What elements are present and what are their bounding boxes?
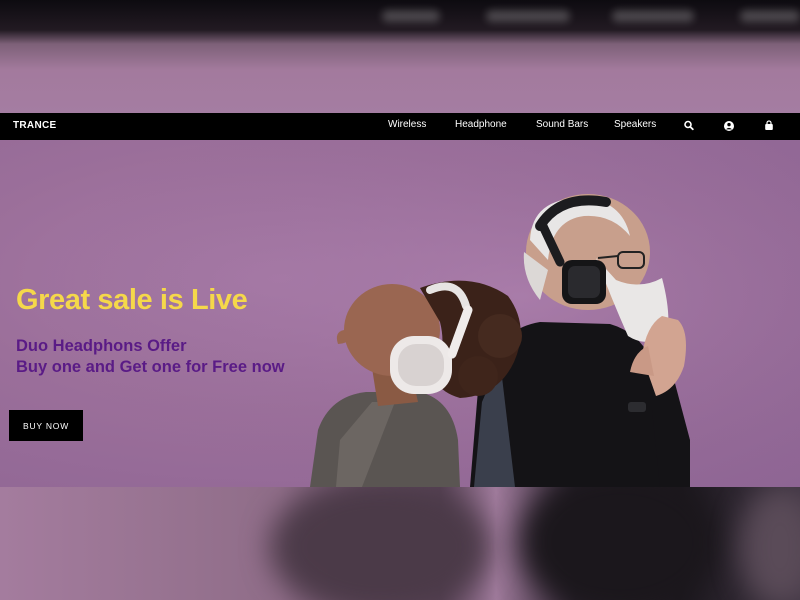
blurred-shape bbox=[740, 487, 800, 600]
hero-banner: Great sale is Live Duo Headphons Offer B… bbox=[0, 140, 800, 487]
hero-headline: Great sale is Live bbox=[16, 284, 248, 316]
blurred-nav-item bbox=[382, 10, 440, 22]
top-navbar: TRANCE Wireless Headphone Sound Bars Spe… bbox=[0, 113, 800, 140]
blurred-shape bbox=[270, 487, 490, 600]
brand-logo[interactable]: TRANCE bbox=[13, 120, 56, 131]
nav-link-sound-bars[interactable]: Sound Bars bbox=[536, 119, 588, 130]
blurred-shape bbox=[520, 487, 720, 600]
search-icon[interactable] bbox=[682, 119, 696, 133]
hero-offer-description: Buy one and Get one for Free now bbox=[16, 358, 285, 376]
user-icon[interactable] bbox=[722, 119, 736, 133]
blurred-backdrop-bottom bbox=[0, 487, 800, 600]
buy-now-button[interactable]: BUY NOW bbox=[9, 410, 83, 441]
blurred-nav-item bbox=[740, 10, 800, 22]
blurred-backdrop-top bbox=[0, 0, 800, 113]
blurred-nav-item bbox=[486, 10, 570, 22]
nav-link-speakers[interactable]: Speakers bbox=[614, 119, 656, 130]
hero-offer-title: Duo Headphons Offer bbox=[16, 337, 187, 355]
blurred-nav-item bbox=[612, 10, 694, 22]
cart-icon[interactable] bbox=[762, 119, 776, 133]
nav-link-headphone[interactable]: Headphone bbox=[455, 119, 507, 130]
nav-link-wireless[interactable]: Wireless bbox=[388, 119, 426, 130]
